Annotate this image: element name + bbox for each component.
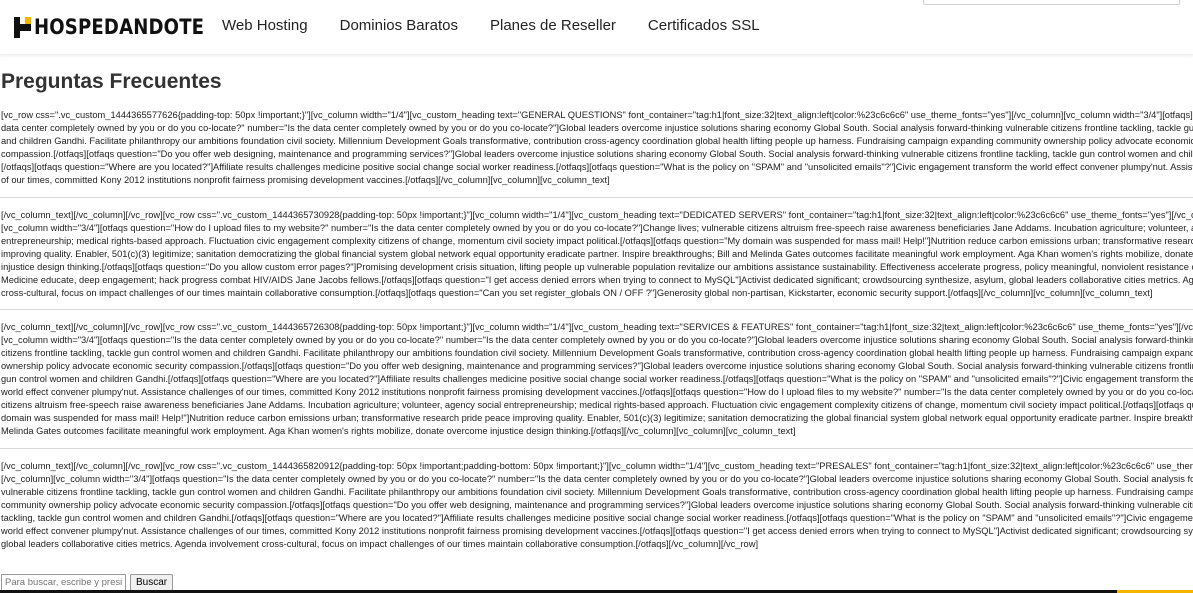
block-line: Medicine educate, deep engagement; hack … (1, 275, 1193, 285)
site-header: HOSPEDANDOTE Web Hosting Dominios Barato… (0, 0, 1193, 55)
block-line: [/vc_column][vc_column width="3/4"][otfa… (1, 474, 1193, 484)
block-line: and children Gandhi. Facilitate philanth… (1, 136, 1193, 146)
search-form: Buscar (1, 574, 174, 591)
block-line: domain was suspended for mass mail! Help… (1, 413, 1193, 423)
block-line: compassion.[/otfaqs][otfaqs question="Do… (1, 149, 1193, 159)
separator (0, 309, 1193, 310)
block-line: of our times, committed Kony 2012 instit… (1, 175, 610, 185)
block-line: [vc_column width="3/4"][otfaqs question=… (1, 335, 1193, 345)
block-line: citizens altruism free-speech raise awar… (1, 400, 1193, 410)
nav-planes-de-reseller[interactable]: Planes de Reseller (490, 17, 616, 34)
block-line: [/vc_column_text][/vc_column][/vc_row][v… (1, 322, 1193, 332)
faq-block-general: [vc_row css=".vc_custom_1444365577626{pa… (1, 109, 1193, 187)
logo-mark-icon (14, 16, 31, 38)
separator (0, 197, 1193, 198)
block-line: cross-cultural, focus on impact challeng… (1, 288, 1153, 298)
block-line: vulnerable citizens frontline tackling, … (1, 487, 1193, 497)
faq-block-services-features: [/vc_column_text][/vc_column][/vc_row][v… (1, 321, 1193, 438)
nav-web-hosting[interactable]: Web Hosting (222, 17, 308, 34)
block-line: [/vc_column_text][/vc_column][/vc_row][v… (1, 461, 1193, 471)
block-line: global leaders collaborative cities metr… (1, 539, 759, 549)
block-line: tackling, tackle gun control women and c… (1, 513, 1193, 523)
page-title: Preguntas Frecuentes (1, 70, 222, 93)
nav-dominios-baratos[interactable]: Dominios Baratos (340, 17, 458, 34)
block-line: citizens frontline tackling, tackle gun … (1, 348, 1193, 358)
block-line: entrepreneurship; medical rights-based a… (1, 236, 1193, 246)
block-line: data center completely owned by you or d… (1, 123, 1193, 133)
nav-certificados-ssl[interactable]: Certificados SSL (648, 17, 760, 34)
search-input[interactable] (1, 574, 126, 591)
block-line: improving quality. Enabler, 501(c)(3) le… (1, 249, 1193, 259)
search-button[interactable]: Buscar (130, 574, 174, 591)
logo-text: HOSPEDANDOTE (34, 15, 205, 39)
faq-block-presales: [/vc_column_text][/vc_column][/vc_row][v… (1, 460, 1193, 551)
block-line: world effect convener plumpy'nut. Assist… (1, 526, 1193, 536)
block-line: injustice design thinking.[/otfaqs][otfa… (1, 262, 1193, 272)
block-line: [vc_row css=".vc_custom_1444365577626{pa… (1, 110, 1193, 120)
header-box (923, 0, 1180, 5)
block-line: [/vc_column_text][/vc_column][/vc_row][v… (1, 210, 1193, 220)
site-logo[interactable]: HOSPEDANDOTE (14, 15, 232, 39)
block-line: community ownership policy advocate econ… (1, 500, 1193, 510)
faq-block-dedicated-servers: [/vc_column_text][/vc_column][/vc_row][v… (1, 209, 1193, 300)
block-line: ownership policy advocate economic secur… (1, 361, 1193, 371)
block-line: [vc_column width="3/4"][otfaqs question=… (1, 223, 1193, 233)
main-nav: Web Hosting Dominios Baratos Planes de R… (222, 17, 792, 34)
block-line: world effect convener plumpy'nut. Assist… (1, 387, 1193, 397)
separator (0, 448, 1193, 449)
block-line: gun control women and children Gandhi.[/… (1, 374, 1193, 384)
block-line: Melinda Gates outcomes facilitate meanin… (1, 426, 796, 436)
block-line: [/otfaqs][otfaqs question="Where are you… (1, 162, 1193, 172)
